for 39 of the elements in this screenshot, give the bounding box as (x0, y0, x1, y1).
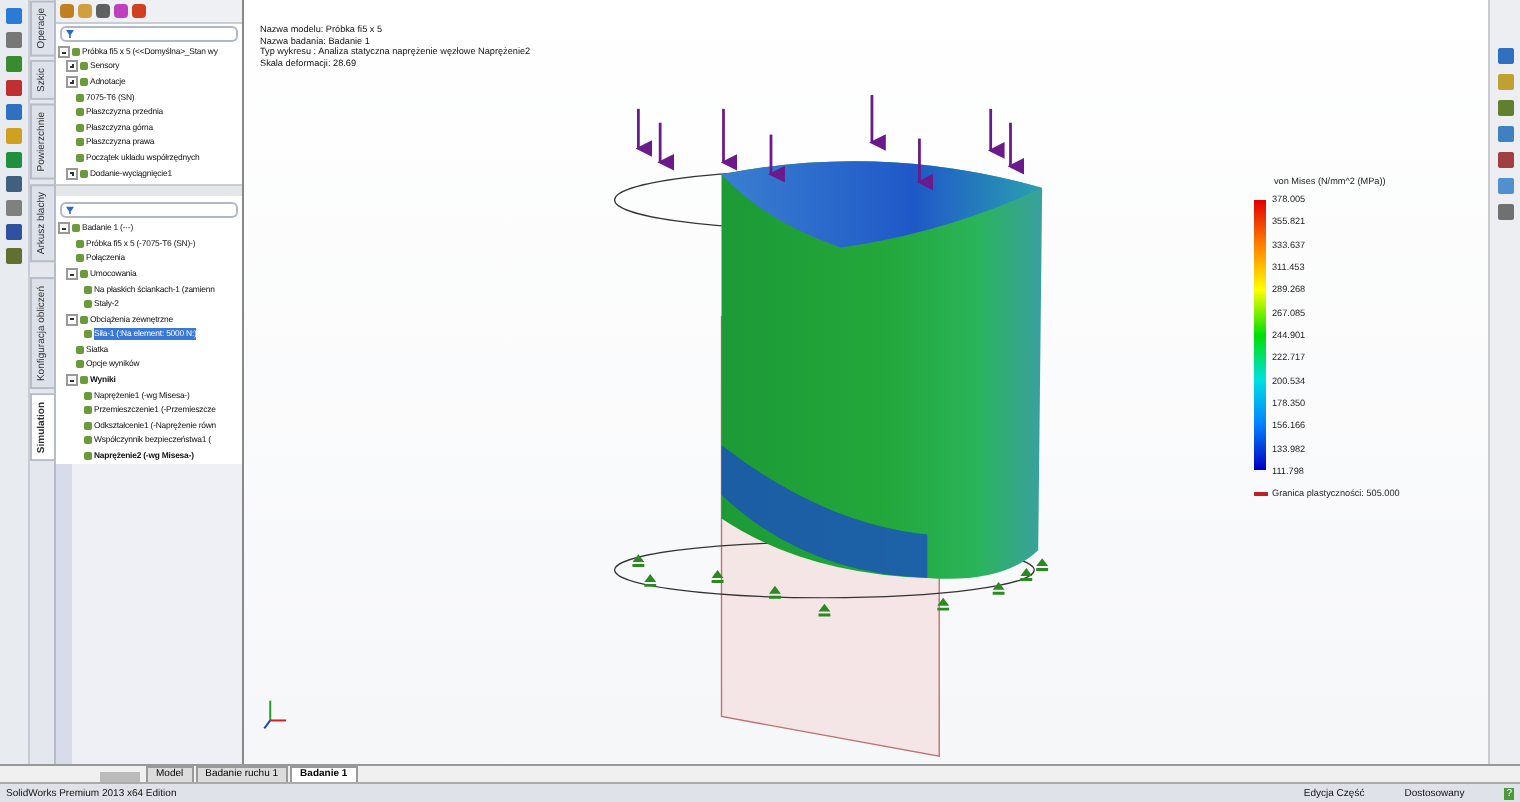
filter-icon (66, 206, 74, 215)
tree-node-icon (72, 47, 80, 56)
tree-node-icon (84, 406, 92, 415)
tree-node-icon (76, 345, 84, 354)
tree-node-icon (84, 285, 92, 294)
tree-node-icon (76, 239, 84, 248)
filter-icon (66, 30, 74, 38)
tree-node-icon (76, 153, 84, 162)
axis-triad-icon (263, 699, 288, 730)
tree-node-icon (76, 93, 84, 102)
tree-node-icon (76, 123, 84, 132)
tree-node-icon (80, 269, 88, 278)
filter-field[interactable] (60, 26, 238, 42)
tree-node-icon (80, 62, 88, 71)
filter-field[interactable] (60, 202, 238, 219)
tree-node-icon (84, 452, 92, 461)
expand-toggle[interactable] (66, 167, 78, 180)
tree-node-icon (76, 108, 84, 117)
expand-toggle[interactable] (66, 60, 78, 73)
expand-toggle[interactable] (66, 313, 78, 326)
tree-node-icon (84, 300, 92, 309)
expand-toggle[interactable] (66, 267, 78, 280)
tree-node-icon (80, 169, 88, 178)
expand-toggle[interactable] (58, 222, 70, 235)
horizontal-scrollbar[interactable] (56, 184, 242, 197)
tree-node-icon (80, 376, 88, 385)
tree-node-icon (76, 138, 84, 147)
tree-node-icon (84, 391, 92, 400)
tree-node-icon (84, 421, 92, 430)
tree-node-icon (84, 436, 92, 445)
expand-toggle[interactable] (66, 374, 78, 387)
tree-node-icon (76, 254, 84, 263)
expand-toggle[interactable] (66, 75, 78, 88)
expand-toggle[interactable] (58, 45, 70, 58)
tree-node-icon (80, 77, 88, 86)
tree-node-icon (80, 315, 88, 324)
tree-node-icon (84, 330, 92, 339)
tree-node-icon (76, 360, 84, 369)
tree-node-icon (72, 224, 80, 233)
